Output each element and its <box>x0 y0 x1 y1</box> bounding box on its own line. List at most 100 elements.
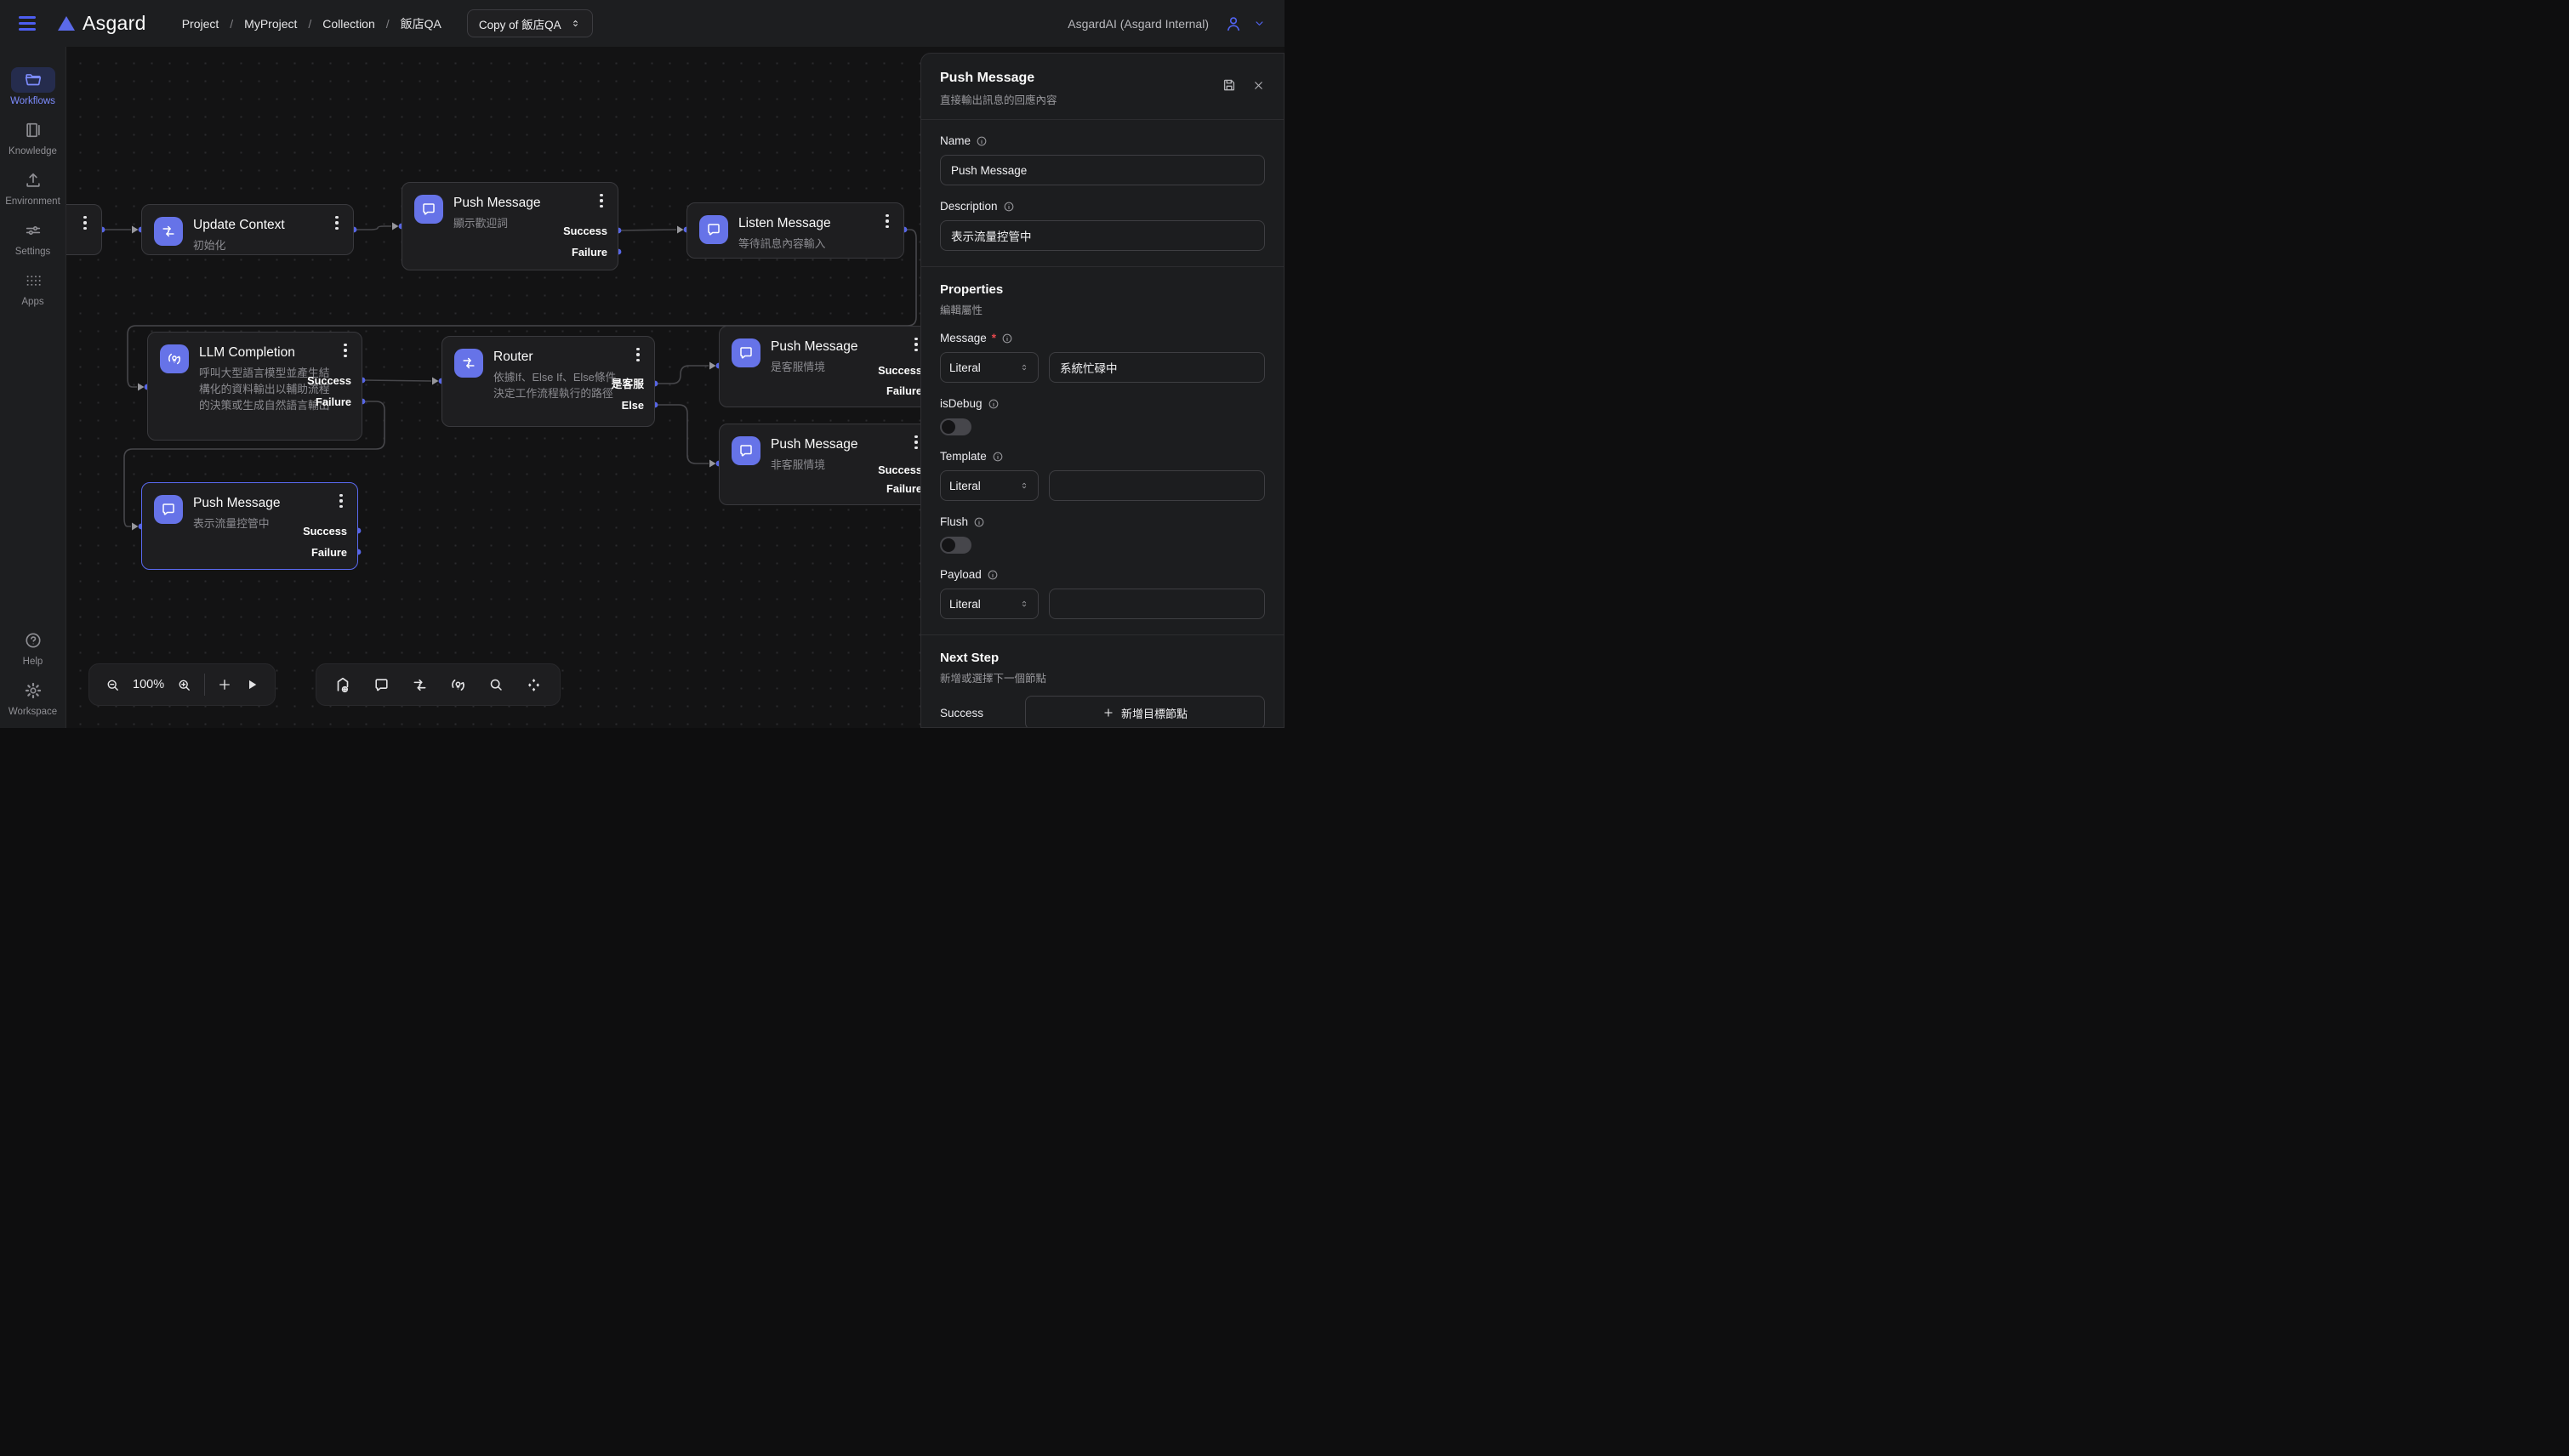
chat-bubble-icon <box>699 215 728 244</box>
info-icon <box>992 451 1004 463</box>
sidebar-item-environment[interactable]: Environment <box>0 168 66 207</box>
breadcrumb-item-飯店QA[interactable]: 飯店QA <box>401 15 441 32</box>
zoom-in-icon[interactable] <box>176 677 192 693</box>
toolbar-divider <box>204 674 205 696</box>
node-title: Push Message <box>771 436 858 453</box>
sidebar-item-label: Workflows <box>10 96 55 106</box>
node-subtitle: 等待訊息內容輸入 <box>738 236 831 252</box>
move-icon[interactable] <box>525 676 543 694</box>
name-label: Name <box>940 134 971 147</box>
node-title: Router <box>493 349 627 366</box>
save-icon[interactable] <box>1222 77 1237 93</box>
chat-bubble-icon <box>732 436 760 465</box>
sidebar-item-label: Settings <box>15 247 51 257</box>
workflow-node-push-cs[interactable]: Push Message 是客服情境 SuccessFailure <box>719 326 933 407</box>
port-label-Success[interactable]: Success <box>303 524 347 539</box>
llm-icon[interactable] <box>449 676 467 694</box>
breadcrumb-item-Project[interactable]: Project <box>182 17 219 31</box>
select-updown-icon <box>1019 481 1029 491</box>
node-menu-icon[interactable] <box>595 194 608 208</box>
node-title: Update Context <box>193 217 285 234</box>
node-menu-icon[interactable] <box>339 344 352 357</box>
flush-toggle[interactable] <box>940 537 971 554</box>
add-node-icon[interactable] <box>333 675 352 694</box>
name-field[interactable] <box>940 155 1265 185</box>
node-subtitle: 表示流量控管中 <box>193 515 281 532</box>
panel-title: Push Message <box>940 71 1057 86</box>
info-icon <box>976 135 988 147</box>
workflow-node-push-noncs[interactable]: Push Message 非客服情境 SuccessFailure <box>719 424 933 505</box>
swap-arrows-icon <box>454 349 483 378</box>
sidebar-item-help[interactable]: Help <box>0 628 66 667</box>
sidebar-item-workflows[interactable]: Workflows <box>0 67 66 106</box>
port-label-Failure[interactable]: Failure <box>316 395 351 410</box>
zoom-toolbar: 100% <box>88 663 276 706</box>
sidebar-item-label: Workspace <box>9 707 57 717</box>
node-menu-icon[interactable] <box>880 214 894 228</box>
sidebar-item-knowledge[interactable]: Knowledge <box>0 117 66 156</box>
workflow-version-label: Copy of 飯店QA <box>479 15 561 32</box>
workflow-node-push-flow[interactable]: Push Message 表示流量控管中 SuccessFailure <box>141 482 358 570</box>
logo-text: Asgard <box>83 12 146 35</box>
node-menu-icon[interactable] <box>330 216 344 230</box>
workflow-version-select[interactable]: Copy of 飯店QA <box>467 9 593 37</box>
node-title: LLM Completion <box>199 344 334 361</box>
node-menu-icon[interactable] <box>334 494 348 508</box>
port-label-Failure[interactable]: Failure <box>572 245 607 260</box>
add-target-node-success-button[interactable]: 新增目標節點 <box>1025 696 1265 728</box>
breadcrumb-item-MyProject[interactable]: MyProject <box>244 17 297 31</box>
workflow-node-update-context[interactable]: Update Context 初始化 <box>141 204 354 255</box>
workflow-node-hidden-left[interactable] <box>66 204 102 255</box>
run-workflow-icon[interactable] <box>244 677 259 692</box>
port-label-Success[interactable]: Success <box>878 463 922 478</box>
message-value-field[interactable] <box>1049 352 1265 383</box>
chevron-down-icon[interactable] <box>1253 17 1266 30</box>
description-field[interactable] <box>940 220 1265 251</box>
swap-arrows-icon[interactable] <box>411 676 429 694</box>
node-subtitle: 呼叫大型語言模型並產生結構化的資料輸出以輔助流程的決策或生成自然語言輸出 <box>199 365 334 413</box>
workflow-node-push-welcome[interactable]: Push Message 顯示歡迎詞 Success Failure <box>402 182 618 270</box>
search-icon[interactable] <box>487 676 504 693</box>
port-label-Failure[interactable]: Failure <box>311 545 347 560</box>
port-label-Failure[interactable]: Failure <box>886 384 922 399</box>
payload-value-field[interactable] <box>1049 589 1265 619</box>
message-type-select[interactable]: Literal <box>940 352 1039 383</box>
node-menu-icon[interactable] <box>78 216 92 230</box>
properties-subtitle: 編輯屬性 <box>940 301 1265 317</box>
node-title: Push Message <box>453 195 541 212</box>
breadcrumb-item-Collection[interactable]: Collection <box>322 17 374 31</box>
workflow-node-llm-completion[interactable]: LLM Completion 呼叫大型語言模型並產生結構化的資料輸出以輔助流程的… <box>147 332 362 441</box>
app-window: Asgard Project/MyProject/Collection/飯店QA… <box>0 0 1284 728</box>
user-icon[interactable] <box>1224 14 1243 33</box>
info-icon <box>1001 333 1013 344</box>
node-detail-panel: Push Message 直接輸出訊息的回應內容 Name Descriptio… <box>920 53 1284 728</box>
next-step-title: Next Step <box>940 651 1265 665</box>
port-label-Success[interactable]: Success <box>307 373 351 389</box>
isdebug-toggle[interactable] <box>940 418 971 435</box>
folder-icon <box>11 67 55 93</box>
node-subtitle: 是客服情境 <box>771 359 858 375</box>
workflow-node-router[interactable]: Router 依據If、Else If、Else條件決定工作流程執行的路徑 是客… <box>441 336 655 427</box>
port-label-是客服[interactable]: 是客服 <box>612 377 644 392</box>
sidebar-item-settings[interactable]: Settings <box>0 218 66 257</box>
zoom-out-icon[interactable] <box>105 677 121 693</box>
hamburger-menu-icon[interactable] <box>19 16 36 31</box>
chat-bubble-icon[interactable] <box>373 676 390 694</box>
breadcrumb: Project/MyProject/Collection/飯店QA <box>182 15 441 32</box>
sidebar-item-apps[interactable]: Apps <box>0 268 66 307</box>
port-label-Failure[interactable]: Failure <box>886 481 922 497</box>
node-subtitle: 顯示歡迎詞 <box>453 215 541 231</box>
sidebar-item-label: Environment <box>5 196 60 207</box>
port-label-Else[interactable]: Else <box>622 398 644 413</box>
template-value-field[interactable] <box>1049 470 1265 501</box>
add-icon[interactable] <box>217 677 232 692</box>
sidebar-item-workspace[interactable]: Workspace <box>0 678 66 717</box>
port-label-Success[interactable]: Success <box>563 224 607 239</box>
workflow-node-listen-message[interactable]: Listen Message 等待訊息內容輸入 <box>686 202 904 259</box>
port-label-Success[interactable]: Success <box>878 363 922 378</box>
payload-type-select[interactable]: Literal <box>940 589 1039 619</box>
template-type-select[interactable]: Literal <box>940 470 1039 501</box>
close-icon[interactable] <box>1252 79 1265 92</box>
node-menu-icon[interactable] <box>631 348 645 361</box>
flush-label: Flush <box>940 515 968 528</box>
